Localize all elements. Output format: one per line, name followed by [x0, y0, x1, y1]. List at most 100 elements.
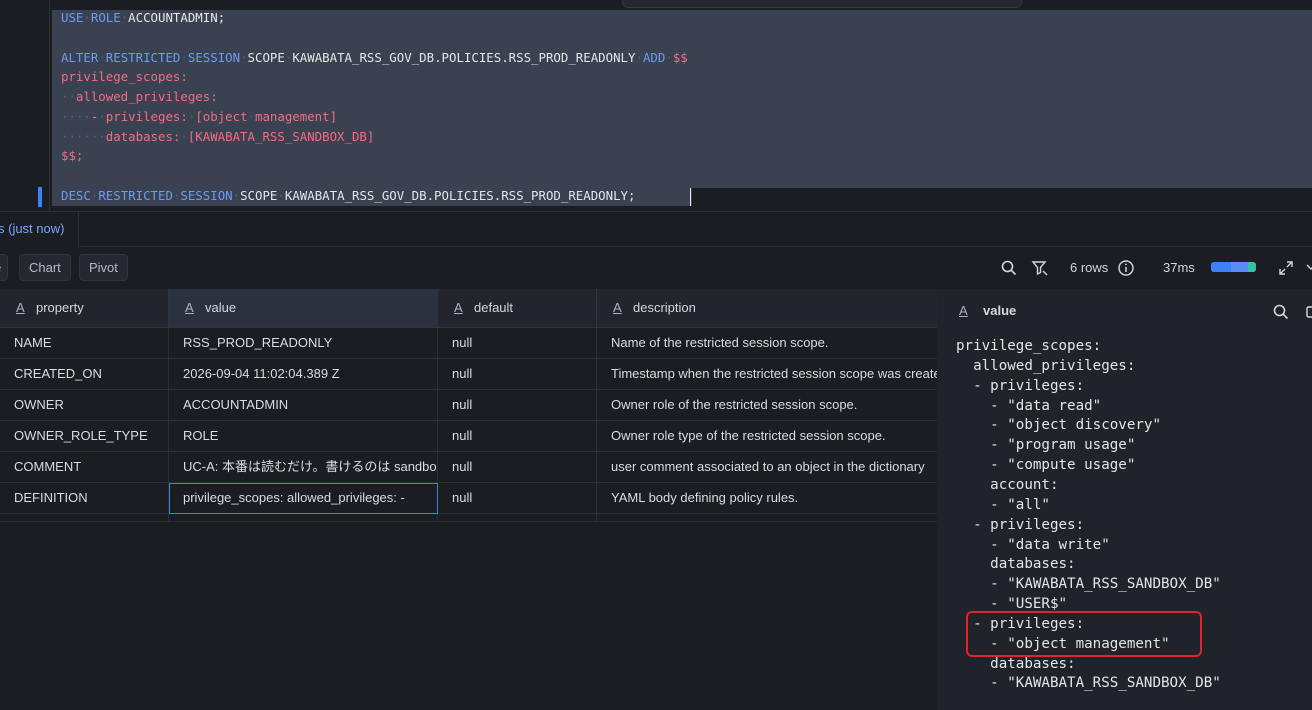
code-token: ALTER — [61, 49, 99, 65]
grid-cell-property[interactable]: CREATED_ON — [0, 359, 169, 390]
column-header-label: default — [474, 300, 514, 315]
row-count: 6 rows — [1070, 260, 1109, 275]
chart-view-button[interactable]: Chart — [19, 254, 71, 281]
results-grid[interactable]: Aproperty Avalue Adefault Adescription N… — [0, 289, 937, 710]
pivot-view-button[interactable]: Pivot — [79, 254, 128, 281]
grid-cell-value[interactable]: UC-A: 本番は読むだけ。書けるのは sandbox — [169, 452, 438, 483]
code-token: SCOPE — [240, 187, 278, 203]
chart-view-label: Chart — [29, 260, 61, 275]
code-token: KAWABATA_RSS_GOV_DB.POLICIES.RSS_PROD_RE… — [284, 187, 636, 203]
grid-cell-value[interactable]: ROLE — [169, 421, 438, 452]
code-token: ADD — [642, 49, 666, 65]
column-header-label: value — [205, 300, 237, 315]
grid-cell-description[interactable]: Owner role of the restricted session sco… — [597, 390, 937, 421]
code-token: USE — [61, 10, 84, 25]
grid-cell-property[interactable]: OWNER_ROLE_TYPE — [0, 421, 169, 452]
whitespace-marker: · — [180, 49, 188, 65]
whitespace-marker: · — [247, 108, 255, 124]
results-tab-bar: s (just now) — [0, 211, 1312, 247]
code-token: SCOPE — [247, 49, 285, 65]
code-line: ······databases:·[KAWABATA_RSS_SANDBOX_D… — [61, 127, 374, 147]
whitespace-marker: · — [277, 187, 285, 203]
grid-cell-property[interactable]: DEFINITION — [0, 483, 169, 514]
yaml-line: - privileges: — [956, 516, 1085, 533]
code-token: privilege_scopes: — [61, 69, 188, 85]
column-header-value[interactable]: Avalue — [169, 289, 438, 328]
yaml-line: - "KAWABATA_RSS_SANDBOX_DB" — [956, 576, 1221, 593]
code-line: $$; — [61, 146, 83, 166]
grid-empty-cell — [169, 514, 438, 522]
grid-cell-property[interactable]: OWNER — [0, 390, 169, 421]
code-token: [object — [195, 108, 248, 124]
results-tab[interactable]: s (just now) — [0, 212, 79, 247]
yaml-line: account: — [956, 476, 1059, 493]
grid-cell-description[interactable]: user comment associated to an object in … — [597, 452, 937, 483]
query-duration: 37ms — [1163, 260, 1195, 275]
whitespace-marker: ···· — [61, 108, 91, 124]
grid-cell-default[interactable]: null — [438, 328, 597, 359]
code-line: DESC·RESTRICTED·SESSION·SCOPE·KAWABATA_R… — [61, 186, 635, 206]
grid-cell-value[interactable]: RSS_PROD_READONLY — [169, 328, 438, 359]
grid-cell-default[interactable]: null — [438, 483, 597, 514]
grid-cell-value[interactable]: ACCOUNTADMIN — [169, 390, 438, 421]
column-header-property[interactable]: Aproperty — [0, 289, 169, 328]
code-token: SESSION — [187, 49, 241, 65]
yaml-line: databases: — [956, 556, 1076, 573]
search-icon[interactable] — [1272, 303, 1290, 321]
code-token: DESC — [61, 187, 91, 203]
yaml-line: - "all" — [956, 496, 1050, 513]
results-tab-label: s (just now) — [0, 221, 65, 236]
code-token: ROLE — [90, 10, 121, 25]
code-line: ALTER·RESTRICTED·SESSION·SCOPE·KAWABATA_… — [61, 48, 688, 68]
yaml-line: allowed_privileges: — [956, 357, 1136, 374]
grid-empty-cell — [438, 514, 597, 522]
grid-cell-default[interactable]: null — [438, 359, 597, 390]
column-header-description[interactable]: Adescription — [597, 289, 937, 328]
table-view-button[interactable]: e — [0, 254, 9, 281]
grid-cell-value[interactable]: privilege_scopes: allowed_privileges: - — [169, 483, 438, 514]
text-type-icon: A — [16, 300, 25, 315]
code-token: databases: — [105, 128, 181, 144]
gutter-divider — [49, 0, 50, 211]
code-line: ····-·privileges:·[object·management] — [61, 107, 337, 127]
grid-cell-default[interactable]: null — [438, 421, 597, 452]
whitespace-marker: ·· — [61, 89, 76, 104]
column-header-default[interactable]: Adefault — [438, 289, 597, 328]
text-type-icon: A — [454, 300, 463, 315]
grid-empty-cell — [597, 514, 937, 522]
grid-cell-property[interactable]: NAME — [0, 328, 169, 359]
grid-cell-default[interactable]: null — [438, 390, 597, 421]
expand-icon[interactable] — [1277, 259, 1295, 277]
text-caret — [690, 188, 691, 206]
more-icon[interactable] — [1304, 259, 1312, 277]
query-timing-bar — [1211, 262, 1256, 272]
whitespace-marker: · — [98, 49, 106, 65]
selection-band — [52, 10, 1312, 188]
grid-cell-description[interactable]: YAML body defining policy rules. — [597, 483, 937, 514]
panel-header: A value — [937, 289, 1312, 333]
yaml-line: - "data write" — [956, 536, 1110, 553]
whitespace-marker: · — [635, 49, 643, 65]
grid-cell-description[interactable]: Name of the restricted session scope. — [597, 328, 937, 359]
grid-cell-property[interactable]: COMMENT — [0, 452, 169, 483]
code-token: SESSION — [180, 187, 233, 203]
sql-editor[interactable]: USE·ROLE·ACCOUNTADMIN; ALTER·RESTRICTED·S… — [0, 0, 1312, 211]
info-icon[interactable] — [1117, 259, 1135, 277]
panel-title: value — [983, 303, 1017, 318]
grid-cell-description[interactable]: Owner role type of the restricted sessio… — [597, 421, 937, 452]
whitespace-marker: · — [98, 108, 106, 124]
grid-cell-description[interactable]: Timestamp when the restricted session sc… — [597, 359, 937, 390]
active-line-marker — [38, 187, 42, 207]
grid-cell-value[interactable]: 2026-09-04 11:02:04.389 Z — [169, 359, 438, 390]
grid-empty-cell — [0, 514, 169, 522]
code-line: USE·ROLE·ACCOUNTADMIN; — [61, 8, 225, 28]
yaml-line: - "program usage" — [956, 437, 1136, 454]
grid-cell-default[interactable]: null — [438, 452, 597, 483]
filter-icon[interactable] — [1031, 259, 1049, 277]
whitespace-marker: ······ — [61, 128, 106, 144]
text-type-icon: A — [185, 300, 194, 315]
autocomplete-popup-edge — [622, 0, 1022, 8]
search-icon[interactable] — [1000, 259, 1018, 277]
value-detail-panel: A value privilege_scopes: allowed_privil… — [937, 289, 1312, 710]
copy-icon[interactable] — [1303, 303, 1312, 321]
